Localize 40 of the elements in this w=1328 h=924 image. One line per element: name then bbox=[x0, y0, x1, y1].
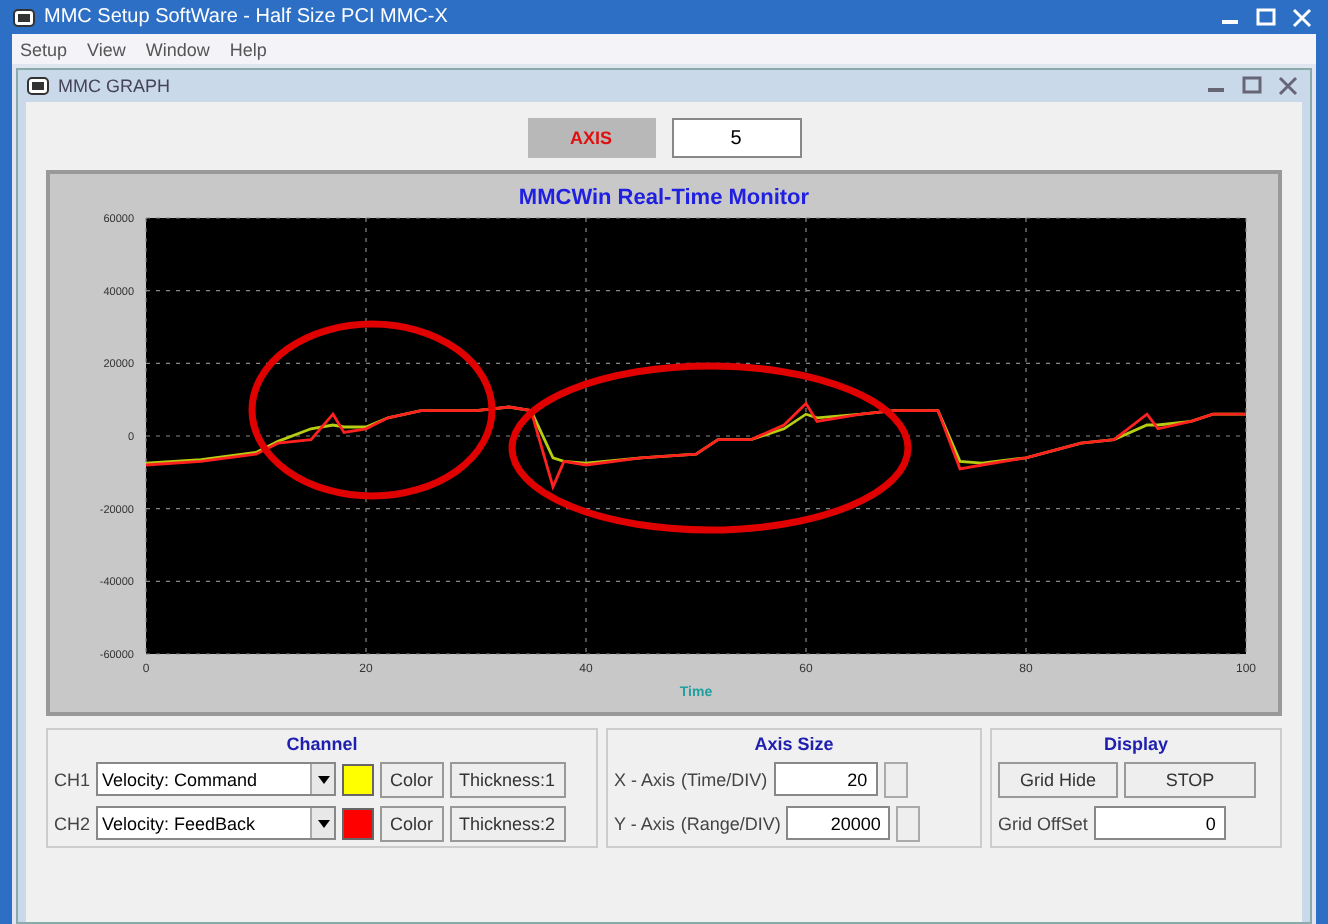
axis-label: AXIS bbox=[527, 118, 655, 158]
group-title: Display bbox=[1101, 734, 1170, 754]
color-button[interactable]: Color bbox=[380, 805, 444, 841]
axis-unit: (Time/DIV) bbox=[681, 769, 768, 789]
caret-icon bbox=[317, 775, 330, 783]
axis-size-field[interactable]: 20000 bbox=[786, 806, 891, 840]
signal-dropdown[interactable]: Velocity: Command bbox=[96, 762, 337, 796]
signal-dropdown[interactable]: Velocity: FeedBack bbox=[96, 806, 337, 840]
close-icon[interactable] bbox=[1274, 76, 1302, 96]
group-title: Axis Size bbox=[752, 734, 836, 754]
axis-name: X - Axis bbox=[614, 769, 676, 789]
spin-button[interactable] bbox=[883, 761, 908, 797]
group-title: Channel bbox=[284, 734, 360, 754]
window-title: MMC Setup SoftWare - Half Size PCI MMC-X bbox=[44, 6, 450, 28]
thickness-button[interactable]: Thickness:2 bbox=[449, 805, 566, 841]
channel-label: CH2 bbox=[54, 813, 91, 833]
child-window-title: MMC GRAPH bbox=[58, 76, 172, 96]
chart-title: MMCWin Real-Time Monitor bbox=[518, 186, 810, 210]
grid-offset-label: Grid OffSet bbox=[998, 813, 1088, 833]
menu-item[interactable]: View bbox=[87, 39, 126, 59]
caret-icon bbox=[317, 819, 330, 827]
window-icon bbox=[26, 76, 50, 96]
maximize-icon[interactable] bbox=[1238, 76, 1266, 96]
channel-label: CH1 bbox=[54, 769, 91, 789]
menu-item[interactable]: Setup bbox=[20, 39, 68, 59]
grid-offset-field[interactable]: 0 bbox=[1093, 806, 1226, 840]
axis-name: Y - Axis bbox=[614, 813, 675, 833]
axis-field[interactable]: 5 bbox=[671, 118, 801, 158]
color-button[interactable]: Color bbox=[380, 761, 444, 797]
axis-unit: (Range/DIV) bbox=[680, 813, 781, 833]
menu-item[interactable]: Help bbox=[229, 39, 267, 59]
spin-button[interactable] bbox=[896, 805, 921, 841]
close-icon[interactable] bbox=[1288, 7, 1316, 27]
menu-item[interactable]: Window bbox=[145, 39, 210, 59]
stop-button[interactable]: STOP bbox=[1124, 761, 1256, 797]
axis-size-field[interactable]: 20 bbox=[773, 762, 878, 796]
thickness-button[interactable]: Thickness:1 bbox=[449, 761, 566, 797]
grid-hide-button[interactable]: Grid Hide bbox=[998, 761, 1118, 797]
window-icon bbox=[12, 7, 36, 27]
maximize-icon[interactable] bbox=[1252, 7, 1280, 27]
